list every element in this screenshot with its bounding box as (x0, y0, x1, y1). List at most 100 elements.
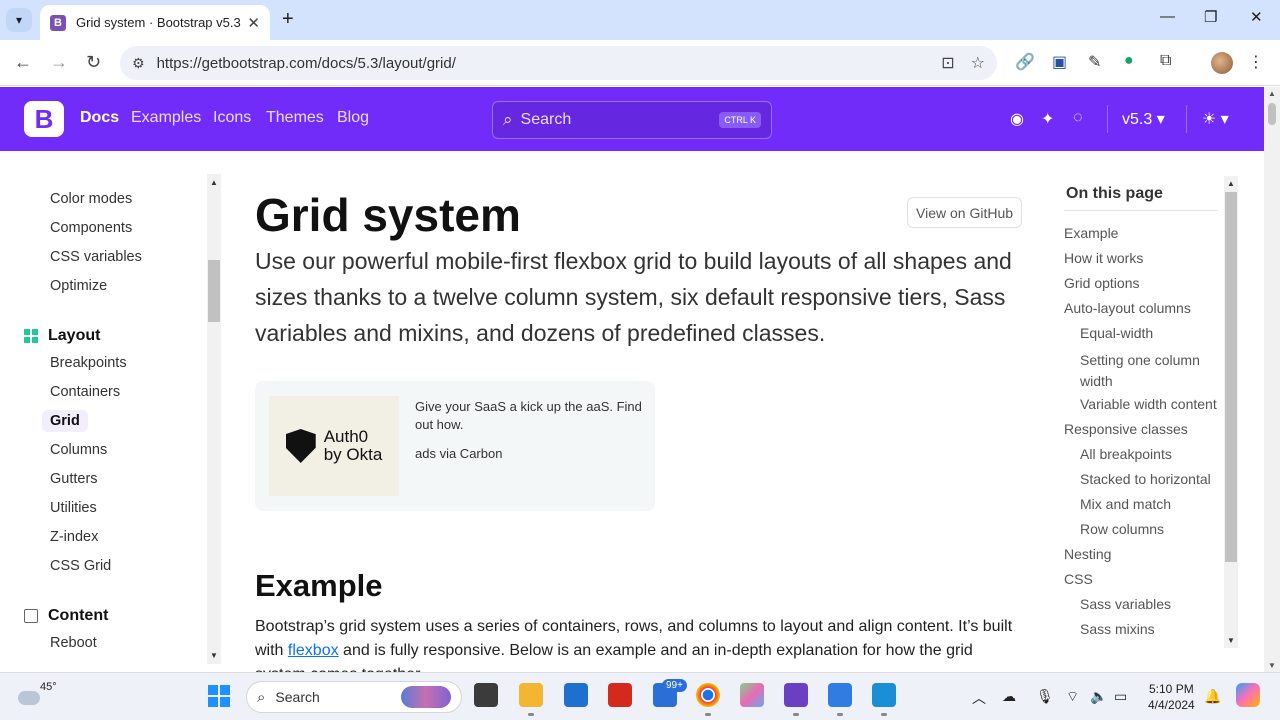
version-dropdown[interactable]: v5.3 ▾ (1122, 109, 1165, 129)
toc-item[interactable]: Stacked to horizontal (1080, 471, 1211, 487)
sidebar-scroll-thumb[interactable] (208, 260, 220, 322)
copilot-icon[interactable] (1236, 683, 1260, 707)
sidebar-item-css-variables[interactable]: CSS variables (50, 249, 142, 265)
wifi-icon[interactable]: ⌔ (1066, 688, 1079, 706)
sidebar-item-utilities[interactable]: Utilities (50, 500, 97, 516)
toc-item[interactable]: Sass mixins (1080, 621, 1155, 637)
notifications-bell-icon[interactable]: 🔔 (1204, 688, 1221, 705)
extension-icon[interactable]: ▣ (1052, 52, 1067, 72)
system-clock[interactable]: 5:10 PM 4/4/2024 (1148, 681, 1195, 713)
sidebar-item-css-grid[interactable]: CSS Grid (50, 558, 111, 574)
scroll-up-icon[interactable]: ▲ (210, 178, 218, 187)
toc-item[interactable]: Nesting (1064, 546, 1111, 562)
nav-docs[interactable]: Docs (80, 109, 119, 127)
view-on-github-button[interactable]: View on GitHub (907, 197, 1023, 228)
weather-widget[interactable]: 45° (18, 681, 57, 705)
show-hidden-icons-icon[interactable]: ︿ (972, 688, 986, 708)
file-explorer-icon[interactable] (519, 683, 543, 716)
flexbox-link[interactable]: flexbox (288, 642, 339, 659)
toc-item[interactable]: Setting one column width (1080, 350, 1220, 392)
scroll-up-icon[interactable]: ▲ (1268, 89, 1276, 98)
docs-search[interactable]: ⌕ Search CTRL K (492, 101, 772, 139)
ad-text[interactable]: Give your SaaS a kick up the aaS. Find o… (415, 398, 645, 434)
toc-item[interactable]: All breakpoints (1080, 446, 1172, 462)
toc-item[interactable]: Responsive classes (1064, 421, 1188, 437)
install-app-icon[interactable]: ⊡ (941, 53, 954, 73)
sidebar-item-color-modes[interactable]: Color modes (50, 191, 132, 207)
scroll-down-icon[interactable]: ▼ (1268, 661, 1276, 670)
clipchamp-icon[interactable] (784, 683, 808, 716)
scroll-down-icon[interactable]: ▼ (210, 651, 218, 660)
scroll-down-icon[interactable]: ▼ (1227, 636, 1235, 645)
toc-item[interactable]: How it works (1064, 250, 1143, 266)
ad-via-carbon[interactable]: ads via Carbon (415, 446, 502, 461)
grammarly-icon[interactable]: ● (1124, 52, 1134, 70)
carbon-ad[interactable]: Auth0 by Okta Give your SaaS a kick up t… (255, 381, 655, 511)
twitter-icon[interactable]: ✦ (1041, 109, 1054, 129)
url-text[interactable]: https://getbootstrap.com/docs/5.3/layout… (157, 55, 926, 72)
restore-button[interactable]: ❐ (1204, 8, 1217, 26)
toc-item[interactable]: Grid options (1064, 275, 1139, 291)
toc-item[interactable]: CSS (1064, 571, 1093, 587)
chrome-menu-icon[interactable]: ⋮ (1248, 52, 1264, 72)
toc-scroll-thumb[interactable] (1225, 192, 1237, 562)
theme-toggle[interactable]: ☀ ▾ (1202, 109, 1229, 129)
notepad-icon[interactable] (828, 683, 852, 716)
sidebar-item-breakpoints[interactable]: Breakpoints (50, 355, 127, 371)
toc-item[interactable]: Variable width content (1080, 396, 1217, 412)
toc-item[interactable]: Row columns (1080, 521, 1164, 537)
pen-extension-icon[interactable]: ✎ (1088, 52, 1101, 72)
bootstrap-logo[interactable]: B (24, 101, 64, 137)
microsoft-store-icon[interactable] (564, 683, 588, 707)
toc-scrollbar[interactable]: ▲ ▼ (1224, 176, 1238, 648)
page-scroll-thumb[interactable] (1268, 103, 1276, 125)
nav-themes[interactable]: Themes (266, 109, 324, 127)
forward-icon[interactable]: → (50, 52, 68, 73)
volume-icon[interactable]: 🔈 (1090, 688, 1107, 705)
sidebar-item-gutters[interactable]: Gutters (50, 471, 98, 487)
sidebar-item-components[interactable]: Components (50, 220, 132, 236)
remote-desktop-icon[interactable] (872, 683, 896, 716)
toc-item[interactable]: Auto-layout columns (1064, 300, 1191, 316)
task-view-icon[interactable] (474, 683, 498, 707)
new-tab-button[interactable]: + (282, 8, 294, 31)
microphone-icon[interactable]: 🎙 (1036, 688, 1054, 705)
sidebar-item-z-index[interactable]: Z-index (50, 529, 98, 545)
site-info-icon[interactable]: ⚙ (132, 55, 145, 72)
chrome-icon[interactable] (696, 683, 720, 716)
bookmark-star-icon[interactable]: ☆ (971, 53, 985, 73)
taskbar-search[interactable]: ⌕ Search (246, 681, 462, 713)
toc-item[interactable]: Mix and match (1080, 496, 1171, 512)
browser-tab[interactable]: B Grid system · Bootstrap v5.3 ✕ (40, 5, 270, 40)
windows-start-icon[interactable] (208, 685, 230, 707)
page-scrollbar[interactable]: ▲ ▼ (1264, 87, 1280, 672)
sidebar-scrollbar[interactable]: ▲ ▼ (207, 174, 221, 664)
nav-examples[interactable]: Examples (131, 109, 201, 127)
battery-icon[interactable]: ▭ (1114, 688, 1127, 705)
link-extension-icon[interactable]: 🔗 (1015, 52, 1035, 72)
sidebar-item-grid[interactable]: Grid (42, 410, 88, 432)
close-window-button[interactable]: ✕ (1250, 8, 1263, 26)
sidebar-item-reboot[interactable]: Reboot (50, 635, 97, 651)
sidebar-item-columns[interactable]: Columns (50, 442, 107, 458)
reload-icon[interactable]: ↻ (86, 52, 101, 73)
toc-item[interactable]: Example (1064, 225, 1118, 241)
red-l-app-icon[interactable] (608, 683, 632, 707)
onedrive-cloud-icon[interactable]: ☁ (1002, 688, 1016, 705)
nav-icons[interactable]: Icons (213, 109, 251, 127)
design-app-icon[interactable] (740, 683, 764, 707)
ad-image[interactable]: Auth0 by Okta (269, 396, 399, 496)
opencollective-icon[interactable]: ◌ (1073, 109, 1083, 127)
nav-blog[interactable]: Blog (337, 109, 369, 127)
toc-item[interactable]: Sass variables (1080, 596, 1171, 612)
scroll-up-icon[interactable]: ▲ (1227, 179, 1235, 188)
sidebar-item-containers[interactable]: Containers (50, 384, 120, 400)
profile-avatar[interactable] (1211, 52, 1233, 74)
toc-item[interactable]: Equal-width (1080, 325, 1153, 341)
close-tab-icon[interactable]: ✕ (247, 14, 260, 32)
back-icon[interactable]: ← (14, 52, 32, 73)
address-bar[interactable]: ⚙ https://getbootstrap.com/docs/5.3/layo… (120, 46, 997, 80)
github-icon[interactable]: ◉ (1010, 109, 1024, 129)
minimize-button[interactable]: — (1160, 8, 1175, 25)
sidebar-item-optimize[interactable]: Optimize (50, 278, 107, 294)
